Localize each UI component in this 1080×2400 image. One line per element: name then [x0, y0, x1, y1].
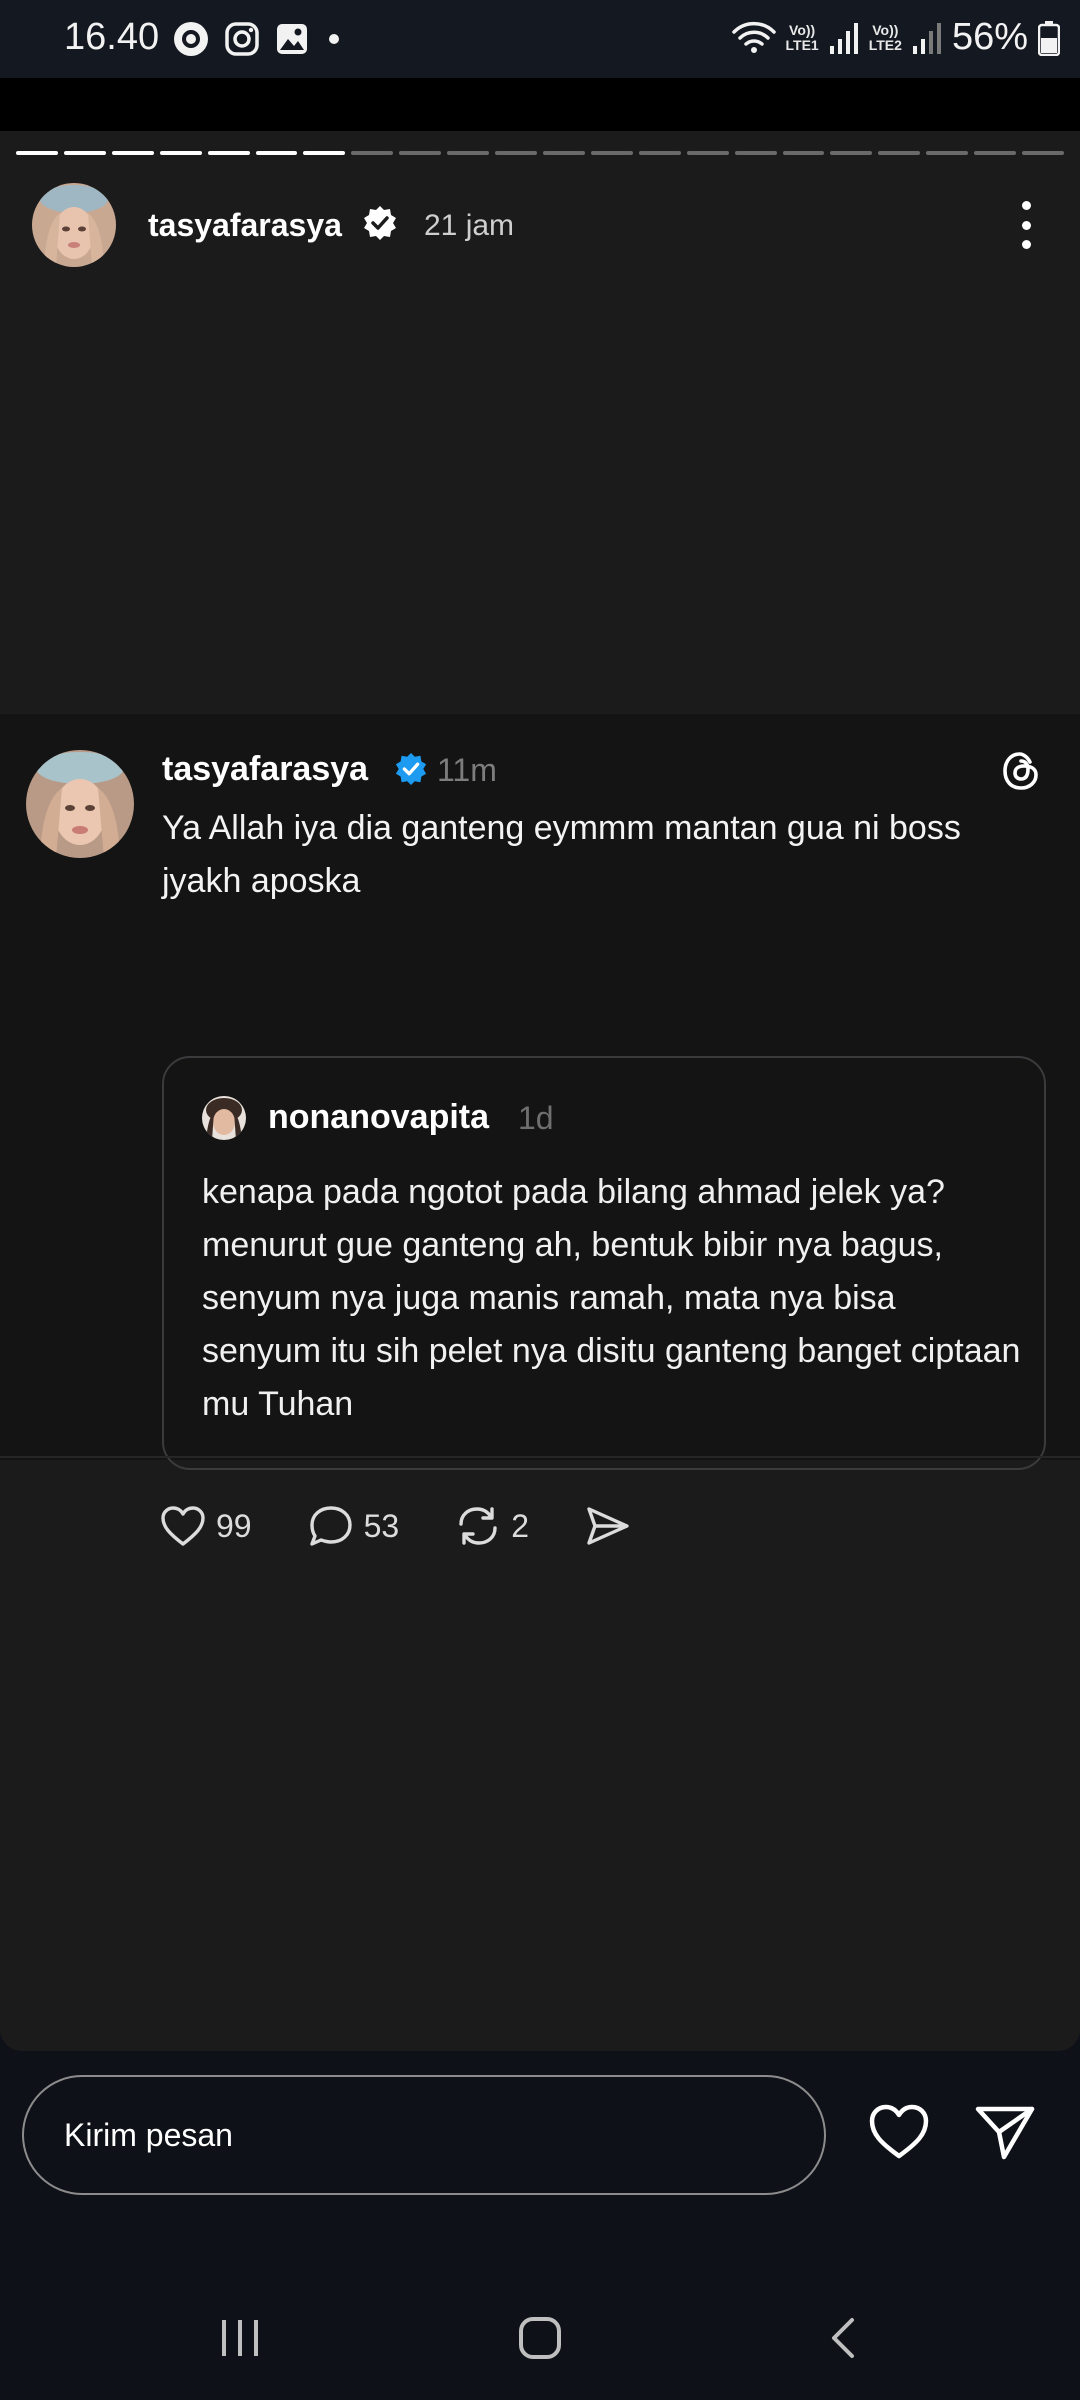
- progress-segment: [495, 151, 537, 155]
- story-time: 21 jam: [424, 209, 515, 242]
- progress-segment: [734, 151, 777, 155]
- progress-segment: [926, 151, 969, 155]
- progress-segment: [782, 151, 825, 155]
- repost-count: 2: [511, 1507, 529, 1544]
- progress-segment: [303, 151, 346, 155]
- sim1-indicator: Vo)) LTE1: [785, 21, 819, 53]
- send-icon[interactable]: [974, 2103, 1036, 2161]
- like-button[interactable]: 99: [160, 1505, 252, 1547]
- progress-segment: [255, 151, 298, 155]
- progress-segment: [1022, 151, 1064, 155]
- progress-segment: [207, 151, 250, 155]
- quoted-text: kenapa pada ngotot pada bilang ahmad jel…: [202, 1173, 1021, 1423]
- quoted-time: 1d: [518, 1100, 554, 1136]
- progress-segment: [878, 151, 921, 155]
- progress-segment: [16, 151, 58, 155]
- progress-segment: [399, 151, 442, 155]
- post-divider: [0, 1456, 1080, 1458]
- quoted-avatar[interactable]: [202, 1096, 246, 1140]
- gallery-icon: [277, 24, 307, 54]
- comment-button[interactable]: 53: [308, 1504, 400, 1548]
- post-avatar[interactable]: [26, 750, 134, 858]
- signal-icon: [912, 22, 941, 54]
- threads-logo-icon[interactable]: [1000, 750, 1042, 792]
- story-avatar[interactable]: [32, 183, 116, 267]
- progress-segment: [590, 151, 633, 155]
- like-story-icon[interactable]: [868, 2103, 930, 2161]
- back-icon[interactable]: [822, 2316, 866, 2360]
- system-status: Vo)) LTE1 Vo)) LTE2 56%: [731, 16, 1060, 59]
- threads-notification-icon: [174, 22, 208, 56]
- message-input[interactable]: Kirim pesan: [22, 2075, 826, 2195]
- top-band: [0, 78, 1080, 131]
- battery-percent: 56%: [951, 16, 1028, 58]
- instagram-icon: [225, 22, 259, 56]
- post-username[interactable]: tasyafarasya: [162, 750, 368, 789]
- progress-segment: [447, 151, 490, 155]
- share-button[interactable]: [585, 1505, 631, 1547]
- comment-count: 53: [363, 1507, 400, 1544]
- post-time: 11m: [437, 752, 497, 788]
- wifi-icon: [731, 21, 776, 53]
- sim2-indicator: Vo)) LTE2: [868, 21, 902, 53]
- progress-segment: [974, 151, 1017, 155]
- status-time: 16.40: [64, 16, 160, 58]
- navigation-bar: [0, 2280, 1080, 2400]
- progress-segment: [638, 151, 681, 155]
- home-icon[interactable]: [518, 2316, 562, 2360]
- verified-badge-icon: [395, 752, 427, 786]
- progress-segment: [686, 151, 729, 155]
- verified-badge-icon: [364, 206, 396, 240]
- dot-icon: [329, 34, 339, 44]
- more-options-icon[interactable]: [1016, 201, 1036, 249]
- recent-apps-icon[interactable]: [218, 2316, 262, 2360]
- progress-segment: [111, 151, 154, 155]
- post-actions: 99 53 2: [160, 1504, 687, 1548]
- like-count: 99: [216, 1507, 252, 1544]
- story-header: tasyafarasya 21 jam: [32, 181, 1048, 271]
- threads-post[interactable]: tasyafarasya 11m Ya Allah iya dia ganten…: [0, 714, 1080, 1546]
- progress-segment: [830, 151, 873, 155]
- progress-segment: [351, 151, 394, 155]
- repost-button[interactable]: 2: [455, 1504, 529, 1548]
- notification-icons: [172, 20, 344, 58]
- progress-segment: [63, 151, 106, 155]
- signal-icon: [829, 22, 858, 54]
- comment-icon: [309, 1506, 352, 1546]
- share-icon: [587, 1507, 629, 1545]
- battery-icon: [1038, 20, 1060, 56]
- heart-icon: [161, 1506, 205, 1546]
- status-bar: 16.40 Vo)) LTE1 Vo)) LTE2 56%: [0, 0, 1080, 78]
- progress-segment: [159, 151, 202, 155]
- story-username[interactable]: tasyafarasya: [148, 207, 342, 244]
- quoted-post[interactable]: nonanovapita 1d kenapa pada ngotot pada …: [162, 1056, 1046, 1470]
- story-progress: [16, 151, 1064, 155]
- post-text: Ya Allah iya dia ganteng eymmm mantan gu…: [162, 809, 961, 900]
- repost-icon: [459, 1507, 497, 1545]
- quoted-username[interactable]: nonanovapita: [268, 1098, 489, 1137]
- progress-segment: [542, 151, 585, 155]
- message-placeholder: Kirim pesan: [64, 2117, 233, 2153]
